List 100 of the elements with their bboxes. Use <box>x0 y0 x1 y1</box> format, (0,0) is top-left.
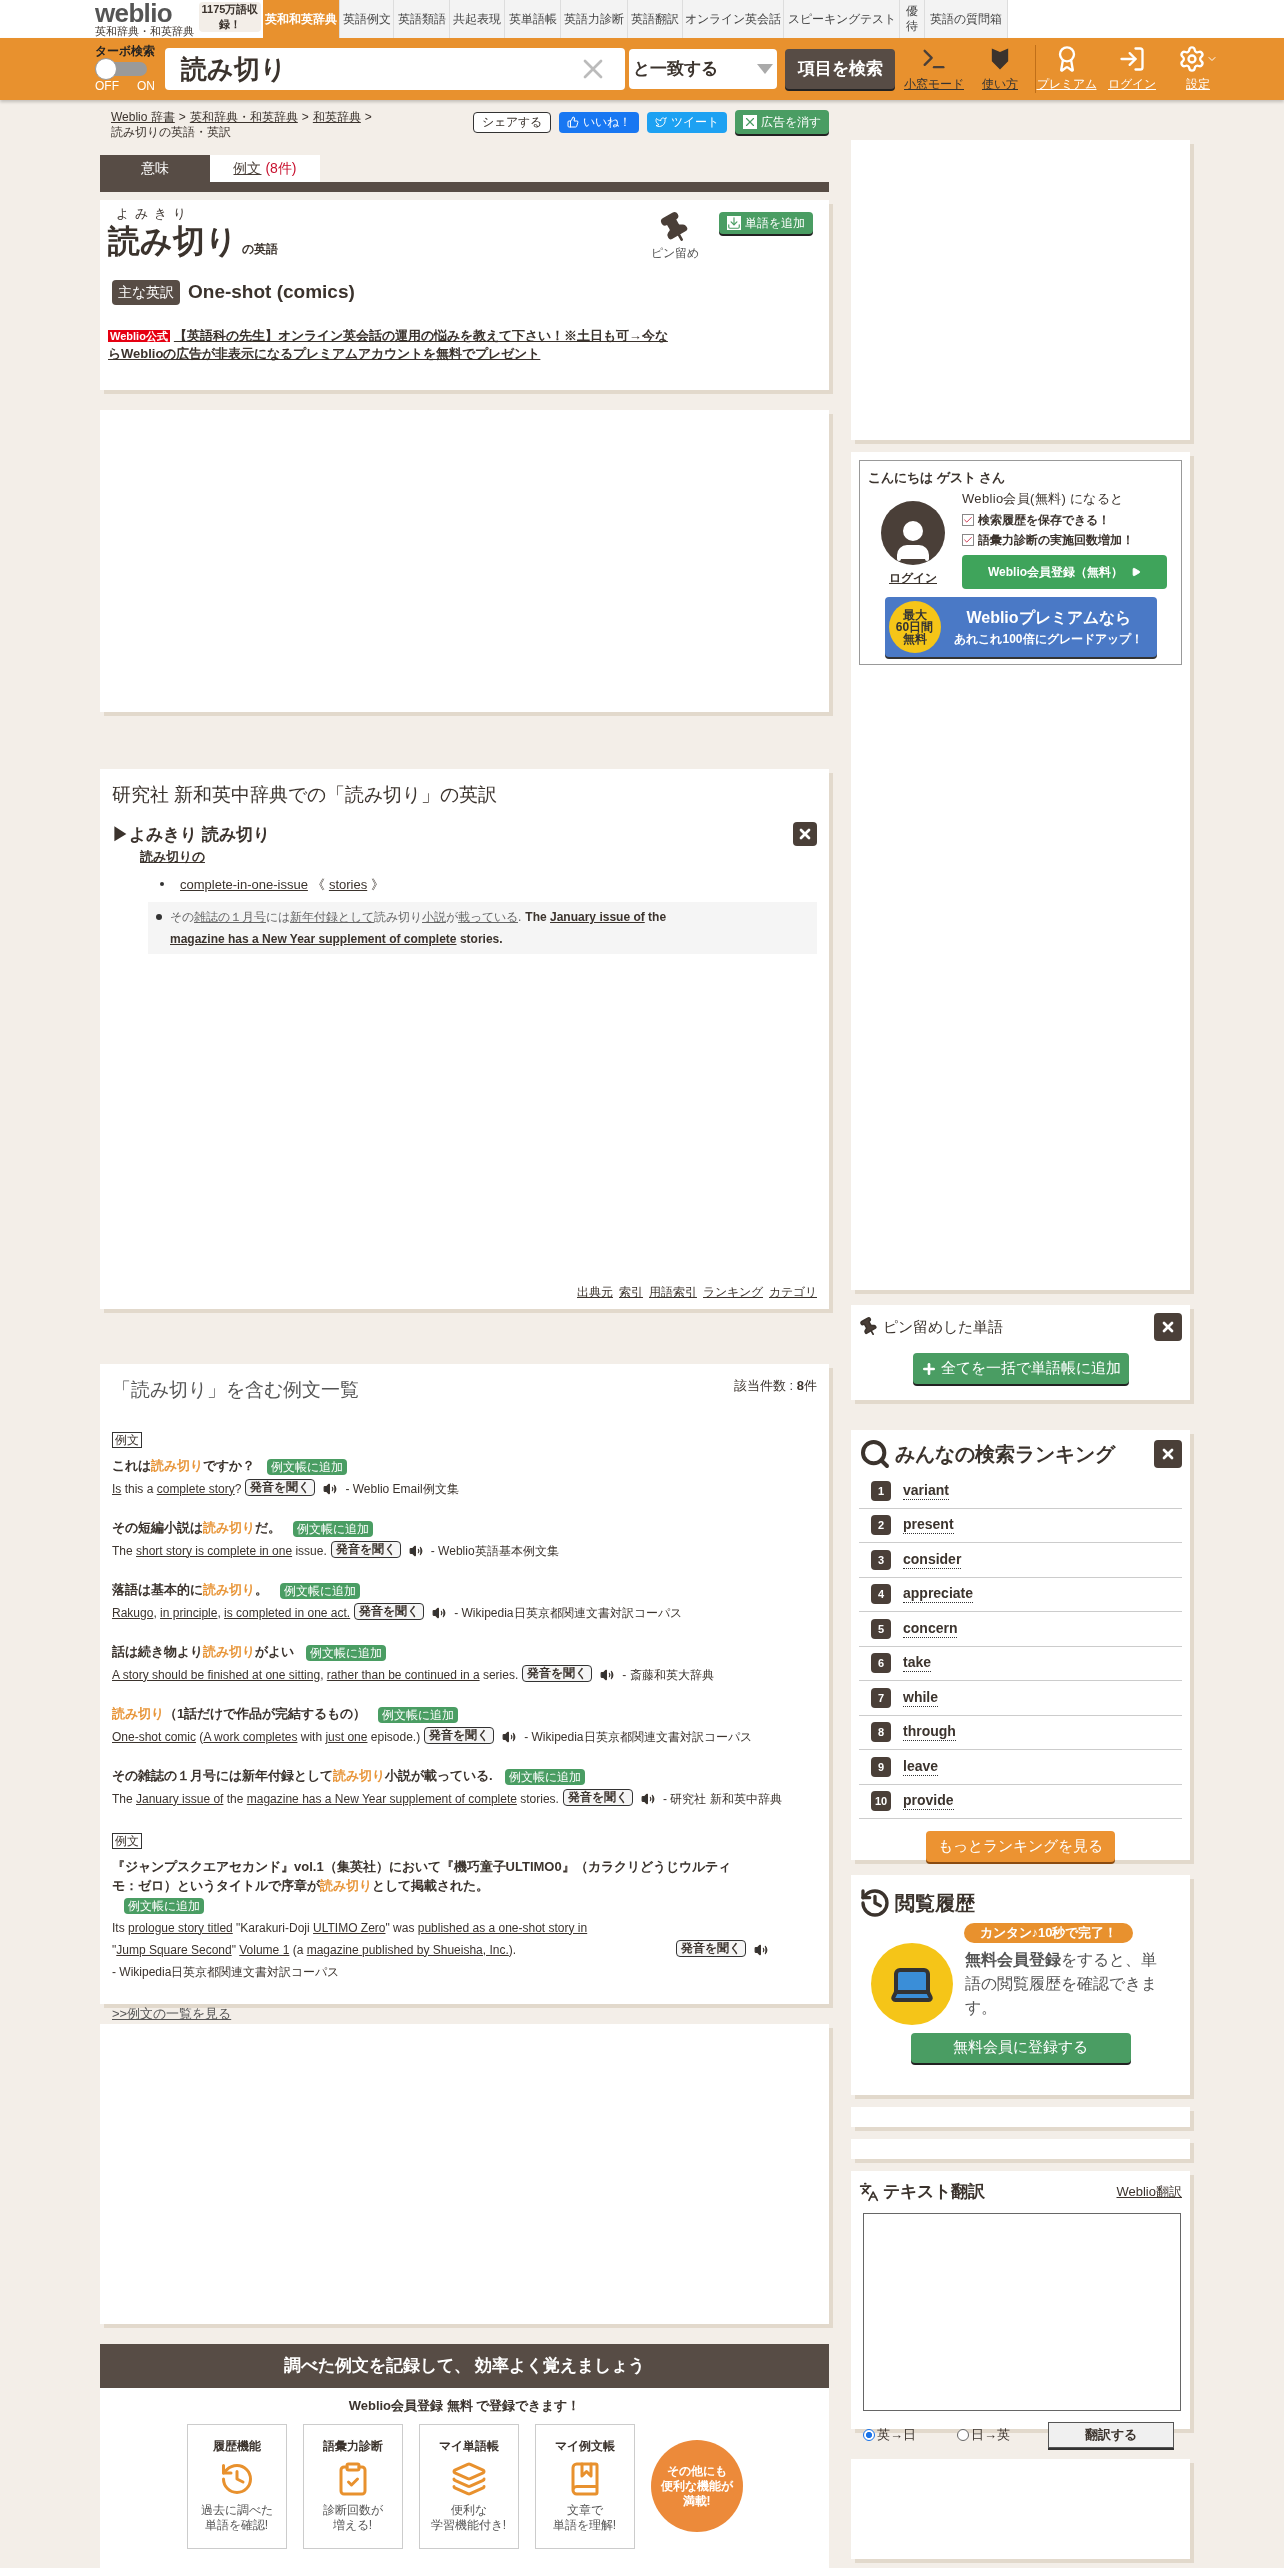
ribbon-label: カンタン♪10秒で完了！ <box>963 1923 1134 1943</box>
pin-button[interactable]: ピン留め <box>651 212 699 262</box>
nav-tab[interactable]: 英語類語 <box>394 0 450 38</box>
feature-card[interactable]: 語彙力診断 診断回数が 増える! <box>302 2423 403 2549</box>
ranking-word[interactable]: present <box>903 1516 954 1535</box>
nav-tab[interactable]: 英語翻訳 <box>628 0 683 38</box>
word-link[interactable]: complete story <box>156 1481 235 1496</box>
ad-link[interactable]: Weblio公式 【英語科の先生】オンライン英会話の運用の悩みを教えて下さい！※土日も可→今ならWeblioの広告が非表示になるプレミアムアカウントを無料でプレゼント <box>108 326 668 363</box>
word-link[interactable]: just one <box>325 1729 368 1744</box>
panel-title: ピン留めした単語 <box>883 1316 1003 1337</box>
ranking-word[interactable]: while <box>903 1688 938 1707</box>
toolbar-link[interactable]: 小窓モード <box>903 45 965 93</box>
direction-radio[interactable]: 英→日 <box>863 2424 953 2445</box>
ranking-word[interactable]: consider <box>903 1550 962 1569</box>
site-logo[interactable]: weblio <box>95 2 195 25</box>
nav-tab[interactable]: 英語力診断 <box>561 0 628 38</box>
word-link[interactable]: rather than be continued in a <box>326 1667 480 1682</box>
word-link[interactable]: 新年付録として <box>290 910 374 924</box>
nav-tab[interactable]: 英単語帳 <box>505 0 561 38</box>
close-button[interactable] <box>1154 1440 1182 1468</box>
more-examples-link[interactable]: >>例文の一覧を見る <box>112 2005 232 2021</box>
ranking-word[interactable]: concern <box>903 1619 958 1638</box>
close-button[interactable] <box>1154 1313 1182 1341</box>
word-link[interactable]: January issue of <box>550 910 645 924</box>
word-link[interactable]: 載っている <box>458 910 518 924</box>
nav-tab[interactable]: 英語の質問箱 <box>925 0 1008 38</box>
like-button[interactable]: いいね！ <box>559 111 639 133</box>
breadcrumb-link[interactable]: Weblio 辞書 <box>111 110 175 124</box>
word-link[interactable]: ULTIMO Zero <box>313 1920 386 1935</box>
sense-link[interactable]: 読み切りの <box>140 847 205 867</box>
nav-tab[interactable]: スピーキングテスト <box>784 0 900 38</box>
breadcrumb-link[interactable]: 英和辞典・和英辞典 <box>189 110 298 124</box>
listen-button[interactable]: 発音を聞く <box>245 1478 316 1496</box>
nav-tab[interactable]: オンライン英会話 <box>683 0 784 38</box>
word-link[interactable]: 雑誌の１月号 <box>194 910 266 924</box>
ranking-word[interactable]: take <box>903 1654 932 1673</box>
speaker-icon[interactable] <box>432 1605 447 1620</box>
ranking-word[interactable]: variant <box>903 1481 949 1500</box>
word-link[interactable]: stories <box>328 874 368 894</box>
breadcrumb-link[interactable]: 和英辞典 <box>312 110 361 124</box>
footer-link[interactable]: 索引 <box>619 1283 643 1301</box>
word-link[interactable]: short story is complete in one <box>136 1543 293 1558</box>
match-mode-select[interactable]: と一致する <box>629 49 777 89</box>
speaker-icon[interactable] <box>502 1729 517 1744</box>
feature-card[interactable]: 履歴機能 過去に調べた 単語を確認! <box>186 2423 287 2549</box>
word-link[interactable]: One-shot comic <box>112 1729 197 1744</box>
word-link[interactable]: Is <box>112 1481 122 1496</box>
premium-banner[interactable]: 最大 60日間 無料 Weblioプレミアムなら あれこれ100倍にグレードアップ！ <box>884 596 1157 657</box>
listen-button[interactable]: 発音を聞く <box>354 1602 425 1620</box>
speaker-icon[interactable] <box>323 1481 338 1496</box>
translator-link[interactable]: Weblio翻訳 <box>1116 2182 1182 2202</box>
close-button[interactable] <box>793 822 817 847</box>
speaker-icon[interactable] <box>600 1667 615 1682</box>
speaker-icon[interactable] <box>754 1942 768 1957</box>
ranking-word[interactable]: appreciate <box>903 1585 974 1604</box>
main-translation: One-shot (comics) <box>188 280 355 304</box>
word-link[interactable]: magazine published by Shueisha, Inc. <box>306 1942 509 1957</box>
word-link[interactable]: published as a one-shot story in <box>417 1920 588 1935</box>
word-link[interactable]: Volume 1 <box>239 1942 290 1957</box>
translation-input[interactable] <box>863 2212 1181 2411</box>
nav-tab[interactable]: 英語例文 <box>340 0 394 38</box>
ranking-word[interactable]: leave <box>903 1757 939 1776</box>
word-link[interactable]: A work completes <box>203 1729 298 1744</box>
translate-button[interactable]: 翻訳する <box>1048 2421 1174 2448</box>
tab[interactable]: 意味 <box>100 155 210 182</box>
share-button[interactable]: シェアする <box>473 111 551 133</box>
word-link[interactable]: Jump Square Second <box>116 1942 232 1957</box>
translation-link[interactable]: complete-in-one-issue <box>180 874 308 894</box>
rank-number: 3 <box>871 1549 891 1570</box>
nav-tab[interactable]: 共起表現 <box>450 0 505 38</box>
listen-button[interactable]: 発音を聞く <box>330 1540 401 1558</box>
tab[interactable]: 例文 (8件) <box>210 155 320 182</box>
feature-card[interactable]: マイ単語帳 便利な 学習機能付き! <box>418 2423 519 2549</box>
nav-tab[interactable]: 優待 <box>900 0 925 38</box>
word-link[interactable]: magazine has a New Year supplement of complete <box>246 1791 517 1806</box>
ranking-word[interactable]: through <box>903 1723 956 1742</box>
speaker-icon[interactable] <box>408 1543 423 1558</box>
word-link[interactable]: January issue of <box>136 1791 224 1806</box>
direction-radio[interactable]: 日→英 <box>957 2424 1047 2445</box>
search-field[interactable]: 読み切り <box>165 48 625 90</box>
footer-link[interactable]: 出典元 <box>577 1283 613 1301</box>
listen-button[interactable]: 発音を聞く <box>424 1726 495 1744</box>
word-link[interactable]: prologue story titled <box>128 1920 233 1935</box>
speaker-icon[interactable] <box>640 1791 655 1806</box>
toolbar-link[interactable]: 使い方 <box>969 45 1031 93</box>
example-label: 例文 <box>112 1832 142 1849</box>
listen-button[interactable]: 発音を聞く <box>676 1939 746 1957</box>
japanese-sentence: その雑誌の１月号には新年付録として読み切り 小説が載っている. <box>112 1766 493 1785</box>
word-link[interactable]: 小説 <box>422 910 446 924</box>
search-button[interactable]: 項目を検索 <box>785 49 895 89</box>
listen-button[interactable]: 発音を聞く <box>562 1788 633 1806</box>
listen-button[interactable]: 発音を聞く <box>522 1664 593 1682</box>
word-link[interactable]: magazine has a New Year supplement of complete <box>170 932 457 946</box>
word-link[interactable]: is completed in one act. <box>224 1605 351 1620</box>
feature-card[interactable]: マイ例文帳 文章で 単語を理解! <box>534 2423 635 2549</box>
footer-link[interactable]: 用語索引 <box>649 1283 697 1301</box>
footer-link[interactable]: カテゴリ <box>769 1283 817 1301</box>
footer-link[interactable]: ランキング <box>703 1283 763 1301</box>
ranking-word[interactable]: provide <box>903 1792 954 1811</box>
login-link[interactable]: ログイン <box>889 569 937 587</box>
